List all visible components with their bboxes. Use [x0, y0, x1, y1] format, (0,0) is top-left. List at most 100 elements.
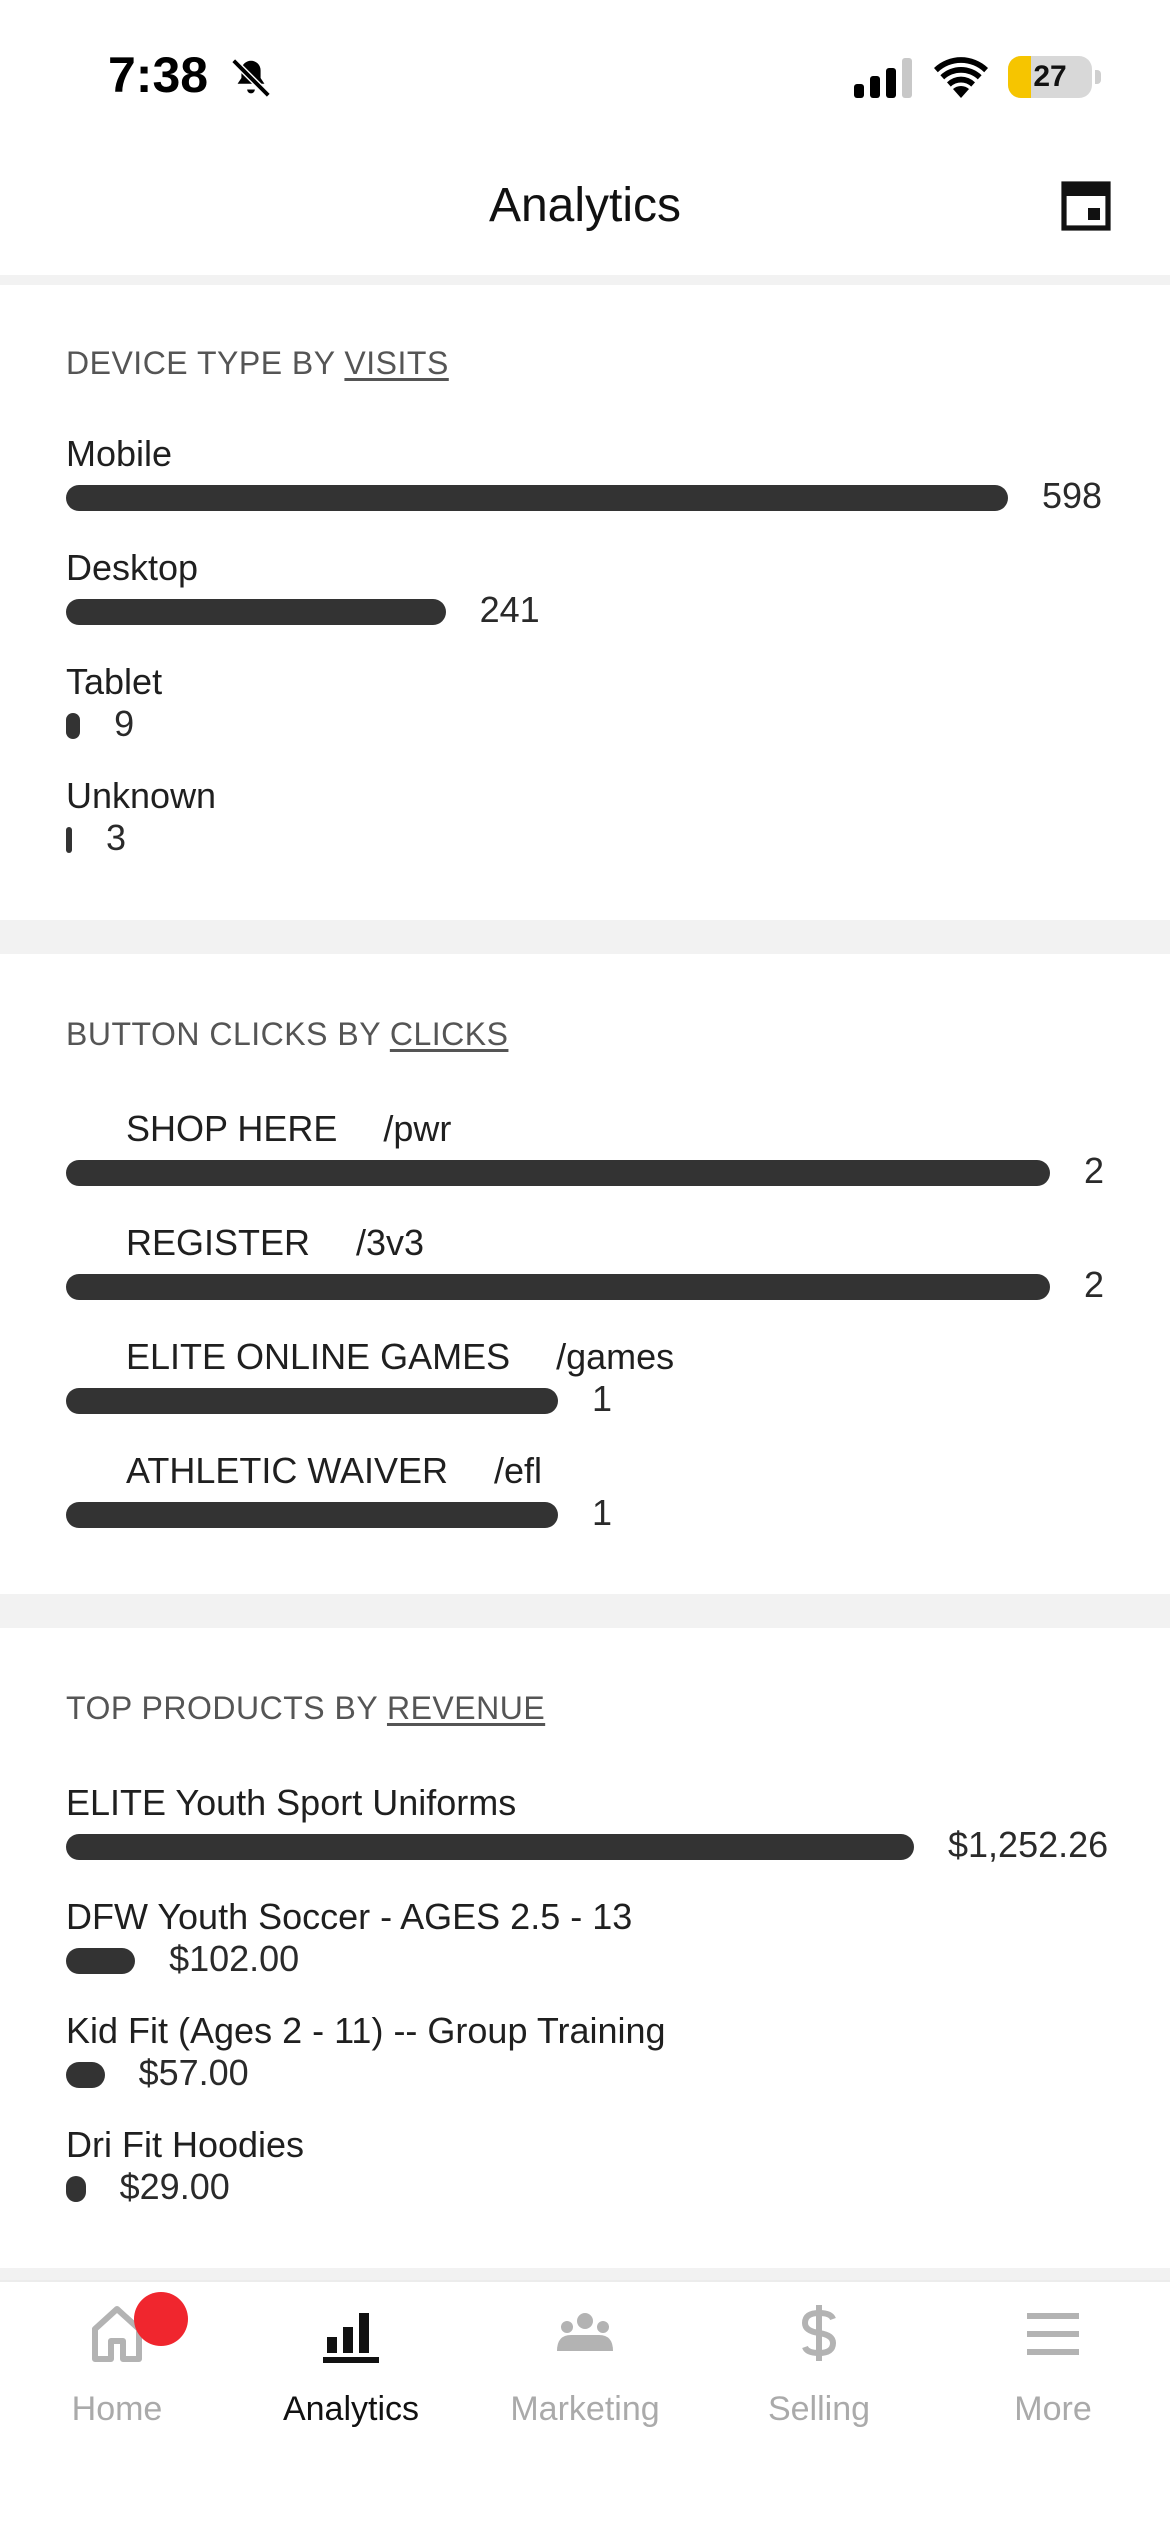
row-value: $57.00	[138, 2052, 249, 2093]
tab-home[interactable]: Home	[0, 2282, 234, 2482]
row-value: $1,252.26	[948, 1824, 1109, 1865]
bell-muted-icon	[231, 58, 271, 98]
row-value: $29.00	[119, 2166, 230, 2207]
status-time: 7:38	[108, 47, 209, 103]
row-label: ELITE ONLINE GAMES/games	[126, 1336, 674, 1378]
row-value: 9	[114, 703, 135, 744]
row-label: DFW Youth Soccer - AGES 2.5 - 13	[66, 1896, 632, 1938]
row-label-text: Mobile	[66, 433, 173, 474]
menu-icon	[1027, 2313, 1079, 2355]
row-label: ATHLETIC WAIVER/efl	[126, 1450, 542, 1492]
bar	[66, 713, 81, 739]
row-value: $102.00	[169, 1938, 300, 1979]
row-label: Tablet	[66, 661, 162, 703]
metric-selector-link[interactable]: CLICKS	[390, 1016, 509, 1052]
row-label: Mobile	[66, 433, 172, 475]
row-value: 2	[1084, 1264, 1105, 1305]
row-label-text: Unknown	[66, 775, 217, 816]
button-click-row: SHOP HERE/pwr 2	[66, 1108, 1106, 1213]
bar	[66, 1274, 1050, 1300]
row-label: Unknown	[66, 775, 216, 817]
section-divider	[0, 2268, 1170, 2280]
metric-selector-link[interactable]: VISITS	[344, 345, 448, 381]
top-products-card: TOP PRODUCTS BY REVENUE ELITE Youth Spor…	[0, 1628, 1170, 2268]
row-path: /3v3	[356, 1222, 425, 1263]
tab-label: Marketing	[510, 2390, 660, 2428]
row-label-text: Desktop	[66, 547, 199, 588]
row-label-text: Dri Fit Hoodies	[66, 2124, 305, 2165]
card-title: BUTTON CLICKS BY CLICKS	[66, 1016, 508, 1053]
row-label-text: DFW Youth Soccer - AGES 2.5 - 13	[66, 1896, 633, 1937]
row-label: Kid Fit (Ages 2 - 11) -- Group Training	[66, 2010, 666, 2052]
product-row: Kid Fit (Ages 2 - 11) -- Group Training $…	[66, 2010, 1106, 2115]
row-label: REGISTER/3v3	[126, 1222, 424, 1264]
row-label-text: ELITE Youth Sport Uniforms	[66, 1782, 517, 1823]
card-title-prefix: DEVICE TYPE BY	[66, 345, 336, 381]
row-label-text: REGISTER	[126, 1222, 311, 1263]
tab-label: Selling	[767, 2390, 871, 2428]
row-label-text: Kid Fit (Ages 2 - 11) -- Group Training	[66, 2010, 666, 2051]
row-label-text: Tablet	[66, 661, 163, 702]
bar	[66, 1388, 558, 1414]
battery-indicator: 27	[1008, 56, 1092, 98]
status-bar: 7:38 27	[0, 0, 1170, 150]
tab-label: More	[1014, 2390, 1092, 2428]
tab-label: Home	[71, 2390, 163, 2428]
section-divider	[0, 275, 1170, 285]
row-label-text: SHOP HERE	[126, 1108, 338, 1149]
tab-more[interactable]: More	[936, 2282, 1170, 2482]
bar	[66, 2176, 86, 2202]
wifi-icon	[934, 57, 988, 98]
row-value: 1	[592, 1492, 613, 1533]
metric-selector-link[interactable]: REVENUE	[387, 1690, 545, 1726]
row-label: ELITE Youth Sport Uniforms	[66, 1782, 516, 1824]
row-label: SHOP HERE/pwr	[126, 1108, 451, 1150]
row-label: Desktop	[66, 547, 198, 589]
button-click-row: ELITE ONLINE GAMES/games 1	[66, 1336, 1106, 1441]
section-divider	[0, 920, 1170, 954]
bar	[66, 2062, 105, 2088]
dollar-icon	[801, 2305, 837, 2361]
card-title-prefix: BUTTON CLICKS BY	[66, 1016, 381, 1052]
app-header: Analytics	[0, 150, 1170, 275]
marketing-icon	[557, 2313, 613, 2351]
tab-selling[interactable]: Selling	[702, 2282, 936, 2482]
page-title: Analytics	[488, 179, 682, 232]
product-row: Dri Fit Hoodies $29.00	[66, 2124, 1106, 2229]
bar	[66, 599, 446, 625]
button-clicks-card: BUTTON CLICKS BY CLICKS SHOP HERE/pwr 2 RE…	[0, 954, 1170, 1594]
bar	[66, 1502, 558, 1528]
analytics-icon	[323, 2313, 379, 2363]
row-label-text: ELITE ONLINE GAMES	[126, 1336, 511, 1377]
row-value: 598	[1042, 475, 1103, 516]
product-row: DFW Youth Soccer - AGES 2.5 - 13 $102.00	[66, 1896, 1106, 2001]
row-path: /pwr	[383, 1108, 452, 1149]
button-click-row: REGISTER/3v3 2	[66, 1222, 1106, 1327]
row-value: 241	[479, 589, 540, 630]
button-click-row: ATHLETIC WAIVER/efl 1	[66, 1450, 1106, 1555]
row-value: 2	[1084, 1150, 1105, 1191]
device-type-row: Unknown 3	[66, 775, 1106, 880]
row-path: /games	[556, 1336, 675, 1377]
device-type-row: Mobile 598	[66, 433, 1106, 538]
bottom-tab-bar: Home Analytics Marketing Selling More	[0, 2280, 1170, 2532]
row-value: 1	[592, 1378, 613, 1419]
notification-badge	[134, 2292, 188, 2346]
tab-analytics[interactable]: Analytics	[234, 2282, 468, 2482]
cellular-signal-icon	[854, 58, 912, 98]
section-divider	[0, 1594, 1170, 1628]
card-title: TOP PRODUCTS BY REVENUE	[66, 1690, 545, 1727]
card-title-prefix: TOP PRODUCTS BY	[66, 1690, 378, 1726]
battery-cap	[1095, 70, 1101, 84]
row-label: Dri Fit Hoodies	[66, 2124, 304, 2166]
bar	[66, 1834, 914, 1860]
bar	[66, 1160, 1050, 1186]
row-label-text: ATHLETIC WAIVER	[126, 1450, 449, 1491]
bar	[66, 827, 72, 853]
device-type-row: Tablet 9	[66, 661, 1106, 766]
tab-marketing[interactable]: Marketing	[468, 2282, 702, 2482]
calendar-icon[interactable]	[1060, 180, 1112, 232]
tab-label: Analytics	[282, 2390, 420, 2428]
row-path: /efl	[494, 1450, 543, 1491]
device-type-row: Desktop 241	[66, 547, 1106, 652]
